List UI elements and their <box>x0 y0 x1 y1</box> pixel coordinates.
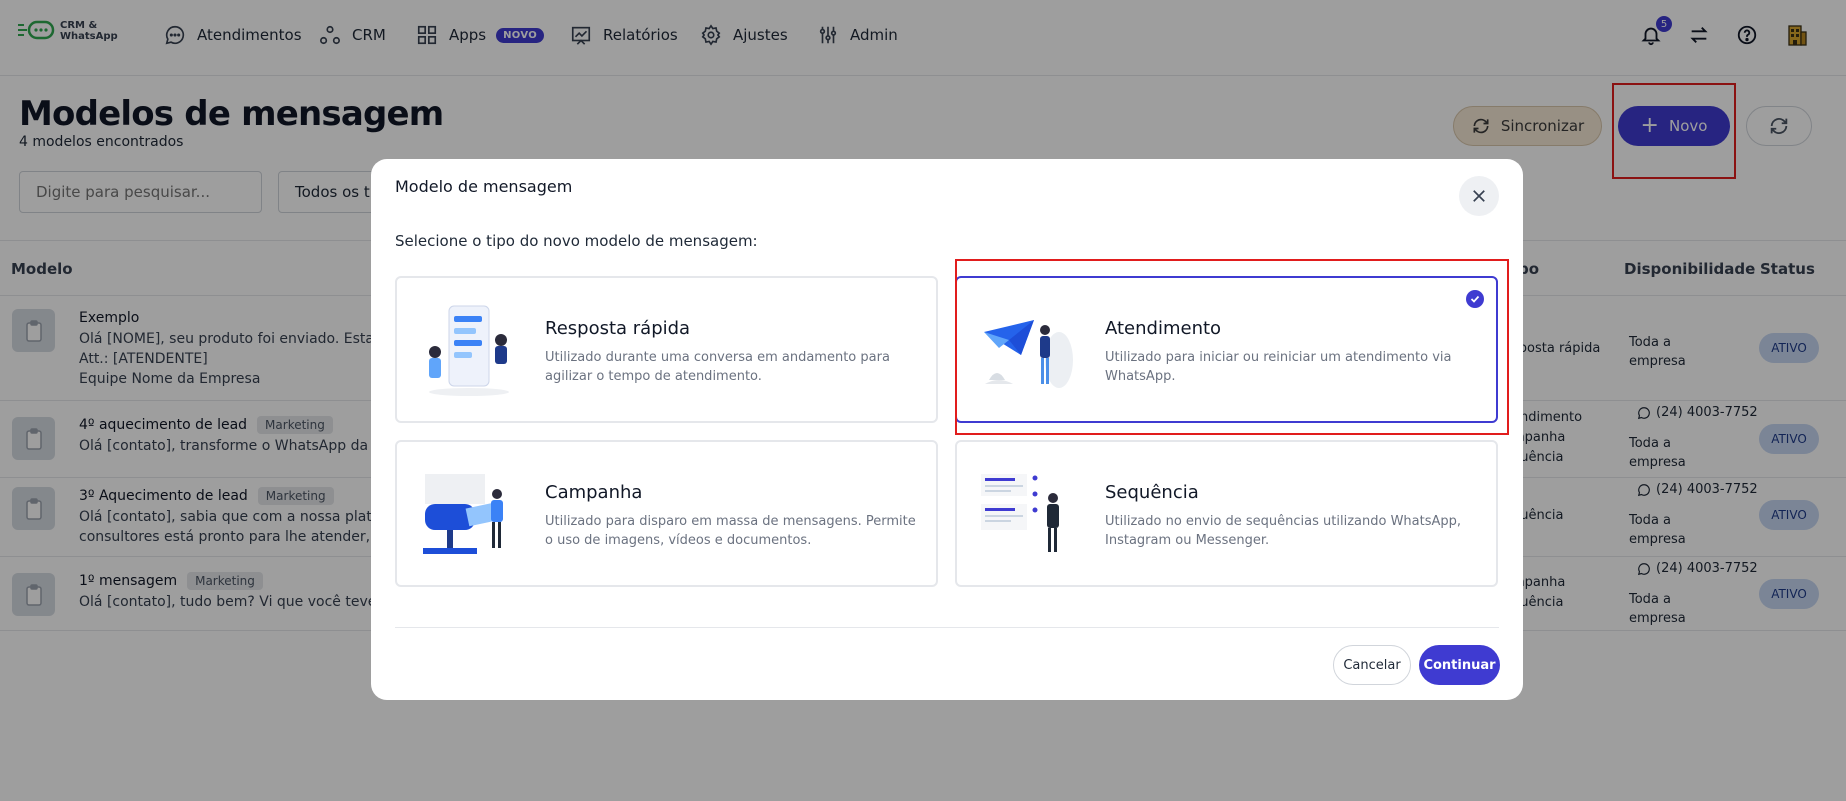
highlight-box-atendimento-option <box>955 259 1509 435</box>
option-card-sequencia[interactable]: Sequência Utilizado no envio de sequênci… <box>955 440 1498 587</box>
modal-divider <box>395 627 1499 628</box>
mailbox-illustration <box>423 474 503 554</box>
continue-button[interactable]: Continuar <box>1419 645 1500 685</box>
modal-prompt: Selecione o tipo do novo modelo de mensa… <box>395 232 758 250</box>
cancel-button[interactable]: Cancelar <box>1333 645 1411 685</box>
option-description: Utilizado no envio de sequências utiliza… <box>1105 514 1462 548</box>
option-title: Resposta rápida <box>545 318 691 339</box>
option-title: Sequência <box>1105 482 1199 503</box>
option-description: Utilizado para disparo em massa de mensa… <box>545 514 916 548</box>
modal-close-button[interactable] <box>1459 176 1499 216</box>
option-card-campanha[interactable]: Campanha Utilizado para disparo em massa… <box>395 440 938 587</box>
close-icon <box>1473 190 1485 202</box>
modal-title: Modelo de mensagem <box>395 177 573 196</box>
option-card-resposta-rapida[interactable]: Resposta rápida Utilizado durante uma co… <box>395 276 938 423</box>
option-title: Campanha <box>545 482 643 503</box>
option-description: Utilizado durante uma conversa em andame… <box>545 350 890 384</box>
quick-reply-illustration <box>429 305 509 396</box>
sequence-illustration <box>981 474 1059 552</box>
